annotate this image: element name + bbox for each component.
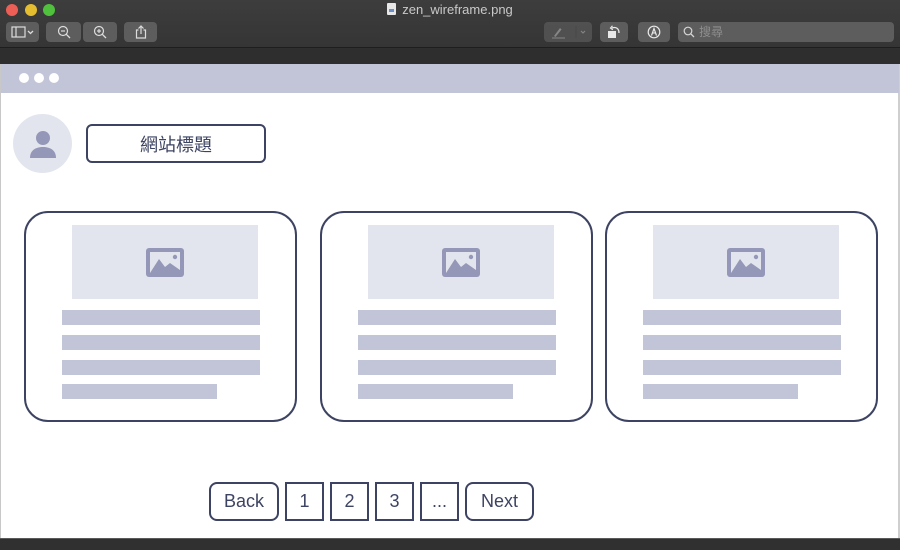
pagination: Back 1 2 3 ... Next	[209, 482, 534, 521]
zoom-out-icon	[57, 25, 70, 39]
site-title-text: 網站標題	[140, 134, 212, 156]
search-input[interactable]	[699, 25, 879, 39]
avatar	[13, 114, 72, 173]
pen-icon	[552, 26, 586, 39]
browser-dot	[19, 73, 29, 83]
text-line-placeholder	[358, 360, 556, 375]
text-line-placeholder	[358, 310, 556, 325]
annotate-button[interactable]	[638, 22, 670, 42]
search-field[interactable]	[678, 22, 894, 42]
image-placeholder	[72, 225, 258, 299]
search-icon	[683, 26, 695, 38]
annotate-icon	[647, 25, 661, 39]
zoom-out-button[interactable]	[46, 22, 81, 42]
title-bar: zen_wireframe.png	[0, 0, 900, 48]
share-icon	[135, 25, 146, 39]
rotate-icon	[608, 25, 620, 38]
browser-dot	[49, 73, 59, 83]
pagination-page-1[interactable]: 1	[285, 482, 324, 521]
site-title-box: 網站標題	[86, 124, 266, 163]
image-canvas: 網站標題 Back 1 2 3 ... Next	[0, 64, 900, 538]
image-placeholder-icon	[727, 247, 765, 277]
content-card	[605, 211, 878, 422]
text-line-placeholder	[62, 360, 260, 375]
sidebar-icon	[10, 26, 33, 38]
pagination-back-button[interactable]: Back	[209, 482, 279, 521]
text-line-placeholder	[643, 335, 841, 350]
user-icon	[29, 130, 56, 158]
wireframe-browser-bar	[1, 64, 899, 93]
sidebar-toggle-button[interactable]	[6, 22, 39, 42]
rotate-button[interactable]	[600, 22, 628, 42]
bottom-bar	[0, 538, 900, 550]
markup-button[interactable]	[544, 22, 592, 42]
text-line-placeholder	[643, 360, 841, 375]
share-button[interactable]	[124, 22, 157, 42]
text-line-placeholder	[643, 384, 798, 399]
image-placeholder	[368, 225, 554, 299]
content-card	[24, 211, 297, 422]
content-card	[320, 211, 593, 422]
text-line-placeholder	[62, 384, 217, 399]
window-title: zen_wireframe.png	[0, 2, 900, 17]
zoom-in-button[interactable]	[83, 22, 117, 42]
zoom-in-icon	[93, 25, 107, 39]
text-line-placeholder	[358, 335, 556, 350]
toolbar-divider	[0, 49, 900, 64]
pagination-ellipsis[interactable]: ...	[420, 482, 459, 521]
text-line-placeholder	[358, 384, 513, 399]
window-title-text: zen_wireframe.png	[402, 2, 513, 17]
preview-window: zen_wireframe.png 搜尋 網站標題 Back 1 2 3 ...…	[0, 0, 900, 550]
pagination-page-2[interactable]: 2	[330, 482, 369, 521]
image-placeholder	[653, 225, 839, 299]
browser-dot	[34, 73, 44, 83]
pagination-page-3[interactable]: 3	[375, 482, 414, 521]
text-line-placeholder	[62, 310, 260, 325]
image-placeholder-icon	[146, 247, 184, 277]
text-line-placeholder	[62, 335, 260, 350]
document-icon	[387, 3, 397, 15]
text-line-placeholder	[643, 310, 841, 325]
pagination-next-button[interactable]: Next	[465, 482, 534, 521]
image-placeholder-icon	[442, 247, 480, 277]
